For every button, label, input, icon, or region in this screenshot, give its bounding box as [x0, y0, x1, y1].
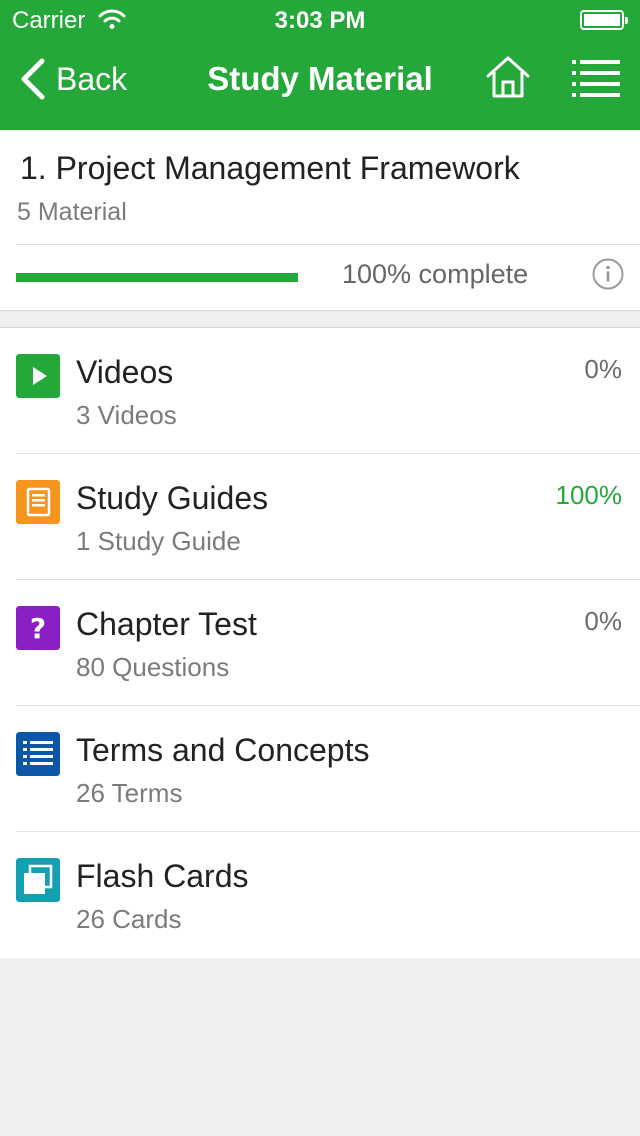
progress-bar	[16, 273, 298, 282]
svg-text:?: ?	[30, 612, 46, 645]
play-icon	[16, 354, 60, 398]
item-progress-percent: 0%	[584, 606, 622, 636]
item-title: Flash Cards	[76, 858, 249, 894]
list-item-videos[interactable]: Videos 3 Videos 0%	[0, 328, 640, 454]
item-subtitle: 26 Terms	[76, 778, 183, 808]
item-subtitle: 3 Videos	[76, 400, 177, 430]
item-title: Terms and Concepts	[76, 732, 370, 768]
item-subtitle: 80 Questions	[76, 652, 230, 682]
cards-icon	[16, 858, 60, 902]
divider	[16, 244, 640, 245]
list-item-flash-cards[interactable]: Flash Cards 26 Cards	[0, 832, 640, 958]
book-icon	[16, 480, 60, 524]
chapter-summary: 1. Project Management Framework 5 Materi…	[0, 130, 640, 311]
menu-icon[interactable]	[570, 56, 622, 100]
list-item-study-guides[interactable]: Study Guides 1 Study Guide 100%	[0, 454, 640, 580]
item-progress-percent: 100%	[555, 480, 623, 510]
item-subtitle: 26 Cards	[76, 904, 182, 934]
material-list: Videos 3 Videos 0% Study Guides 1 Study …	[0, 327, 640, 958]
question-icon: ?	[16, 606, 60, 650]
progress-text: 100% complete	[342, 259, 529, 289]
item-title: Study Guides	[76, 480, 269, 516]
navigation-header: Carrier 3:03 PM Back Study Material	[0, 0, 640, 130]
list-item-terms-and-concepts[interactable]: Terms and Concepts 26 Terms	[0, 706, 640, 832]
info-icon[interactable]	[592, 258, 624, 290]
chevron-left-icon	[21, 58, 45, 100]
back-button[interactable]: Back	[18, 54, 127, 104]
item-title: Chapter Test	[76, 606, 257, 642]
home-icon[interactable]	[484, 54, 532, 100]
item-progress-percent: 0%	[584, 354, 622, 384]
list-icon	[16, 732, 60, 776]
list-item-chapter-test[interactable]: ? Chapter Test 80 Questions 0%	[0, 580, 640, 706]
progress-bar-fill	[16, 273, 298, 282]
status-bar: Carrier 3:03 PM	[0, 0, 640, 40]
item-subtitle: 1 Study Guide	[76, 526, 241, 556]
battery-icon	[580, 10, 628, 30]
clock: 3:03 PM	[274, 7, 366, 34]
chapter-title: 1. Project Management Framework	[20, 150, 520, 186]
item-title: Videos	[76, 354, 174, 390]
back-label: Back	[56, 60, 128, 97]
chapter-material-count: 5 Material	[17, 198, 127, 226]
